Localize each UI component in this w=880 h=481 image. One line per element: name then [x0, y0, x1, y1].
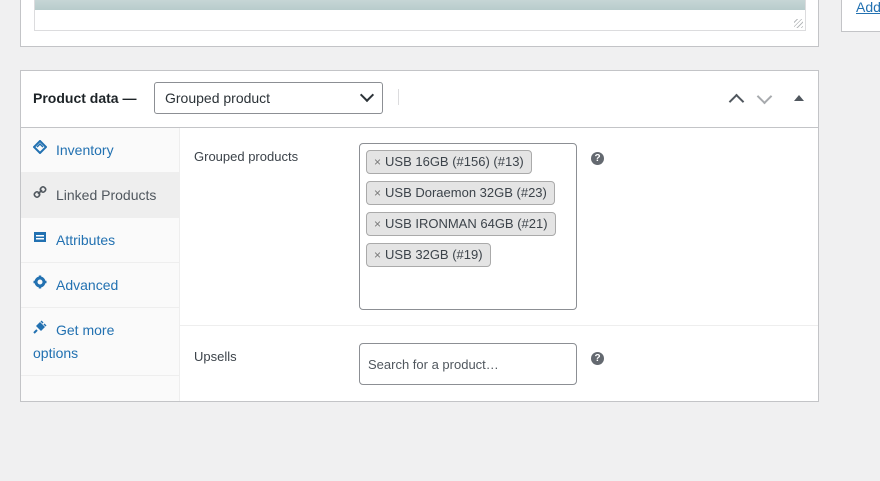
editor-box [20, 0, 819, 47]
editor-textarea[interactable] [34, 0, 806, 31]
panel-title: Product data — [33, 90, 137, 106]
product-type-select[interactable]: Grouped product [154, 82, 383, 114]
tab-label: Inventory [56, 142, 114, 158]
selected-product-chip: × USB IRONMAN 64GB (#21) [366, 212, 556, 236]
side-box: Add [841, 0, 880, 32]
panel-header: Product data — Grouped product [21, 71, 818, 128]
tab-get-more-options[interactable]: Get more options [21, 308, 179, 376]
move-down-icon[interactable] [754, 89, 774, 109]
gear-icon [33, 275, 47, 289]
collapse-toggle-icon[interactable] [788, 89, 808, 109]
upsells-search-input[interactable] [359, 343, 577, 385]
editor-status-bar [35, 0, 805, 10]
tab-label: Attributes [56, 232, 116, 248]
tab-inventory[interactable]: Inventory [21, 128, 179, 173]
move-up-icon[interactable] [726, 89, 746, 109]
product-data-panel: Product data — Grouped product Inventory… [20, 70, 819, 402]
chip-label: USB Doraemon 32GB (#23) [385, 185, 547, 200]
upsells-label: Upsells [194, 349, 237, 364]
product-data-tabs: Inventory Linked Products Attributes Adv… [21, 128, 180, 401]
remove-chip-icon[interactable]: × [374, 186, 381, 200]
inventory-icon [32, 139, 48, 155]
tab-attributes[interactable]: Attributes [21, 218, 179, 263]
tab-linked-products[interactable]: Linked Products [21, 173, 179, 218]
grouped-products-select[interactable]: × USB 16GB (#156) (#13) × USB Doraemon 32G… [359, 143, 577, 310]
selected-product-chip: × USB Doraemon 32GB (#23) [366, 181, 555, 205]
remove-chip-icon[interactable]: × [374, 248, 381, 262]
product-type-value: Grouped product [165, 90, 271, 106]
grouped-products-row: Grouped products × USB 16GB (#156) (#13) … [180, 128, 818, 326]
chip-label: USB 16GB (#156) (#13) [385, 154, 524, 169]
chevron-down-icon [359, 87, 375, 103]
plugin-icon [33, 320, 47, 334]
attributes-icon [33, 230, 47, 244]
tab-label: Get more [56, 322, 115, 338]
link-icon [33, 185, 47, 199]
tab-advanced[interactable]: Advanced [21, 263, 179, 308]
remove-chip-icon[interactable]: × [374, 155, 381, 169]
tab-label: Linked Products [56, 187, 157, 203]
chip-label: USB IRONMAN 64GB (#21) [385, 216, 548, 231]
remove-chip-icon[interactable]: × [374, 217, 381, 231]
selected-product-chip: × USB 32GB (#19) [366, 243, 491, 267]
help-icon[interactable]: ? [591, 152, 604, 165]
grouped-products-label: Grouped products [194, 149, 299, 164]
header-divider [398, 89, 399, 105]
tab-label-line2: options [33, 345, 79, 361]
linked-products-content: Grouped products × USB 16GB (#156) (#13) … [180, 128, 818, 401]
resize-grip-icon[interactable] [794, 19, 803, 28]
add-link[interactable]: Add [856, 0, 880, 15]
selected-product-chip: × USB 16GB (#156) (#13) [366, 150, 532, 174]
tab-label: Advanced [56, 277, 119, 293]
chip-label: USB 32GB (#19) [385, 247, 483, 262]
help-icon[interactable]: ? [591, 352, 604, 365]
